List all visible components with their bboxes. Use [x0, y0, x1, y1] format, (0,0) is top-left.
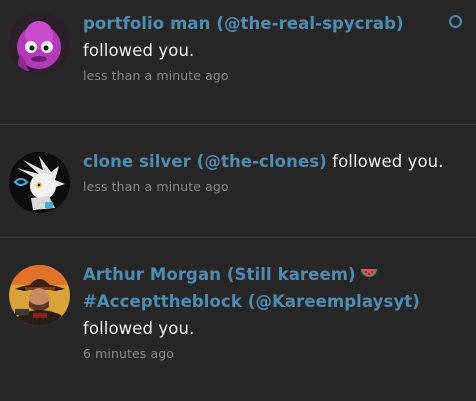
cowboy-avatar[interactable] [9, 265, 70, 326]
display-name: portfolio man [83, 14, 211, 33]
user-handle: (@Kareemplaysyt) [247, 292, 420, 311]
notification-item[interactable]: Arthur Morgan (Still kareem) #Acceptthebl… [0, 238, 476, 401]
notification-item[interactable]: clone silver (@the-clones) followed you.… [0, 125, 476, 238]
silver-hedgehog-avatar[interactable] [9, 152, 70, 213]
timestamp: less than a minute ago [83, 68, 229, 83]
user-name-link[interactable]: Arthur Morgan (Still kareem) #Acceptthebl… [83, 265, 420, 311]
user-name-link[interactable]: portfolio man (@the-real-spycrab) [83, 14, 404, 33]
avatar-image [9, 13, 70, 74]
watermelon-emoji-icon [360, 269, 377, 277]
timestamp: 6 minutes ago [83, 346, 175, 361]
notification-text: portfolio man (@the-real-spycrab) follow… [83, 10, 453, 85]
timestamp: less than a minute ago [83, 179, 229, 194]
display-name-line-2: #Accepttheblock [83, 292, 242, 311]
user-handle: (@the-real-spycrab) [216, 14, 404, 33]
user-handle: (@the-clones) [196, 152, 327, 171]
user-name-link[interactable]: clone silver (@the-clones) [83, 152, 327, 171]
display-name: clone silver [83, 152, 191, 171]
avatar-image [9, 265, 70, 326]
display-name: Arthur Morgan (Still kareem) [83, 265, 356, 284]
notification-action: followed you. [332, 152, 444, 171]
notification-feed: portfolio man (@the-real-spycrab) follow… [0, 0, 476, 401]
notification-text: clone silver (@the-clones) followed you.… [83, 148, 453, 196]
avatar-image [9, 152, 70, 213]
notification-action: followed you. [83, 319, 195, 338]
notification-item[interactable]: portfolio man (@the-real-spycrab) follow… [0, 0, 476, 125]
purple-creature-avatar[interactable] [9, 13, 70, 74]
notification-action: followed you. [83, 41, 195, 60]
unread-indicator[interactable] [449, 15, 462, 28]
notification-text: Arthur Morgan (Still kareem) #Acceptthebl… [83, 261, 453, 363]
